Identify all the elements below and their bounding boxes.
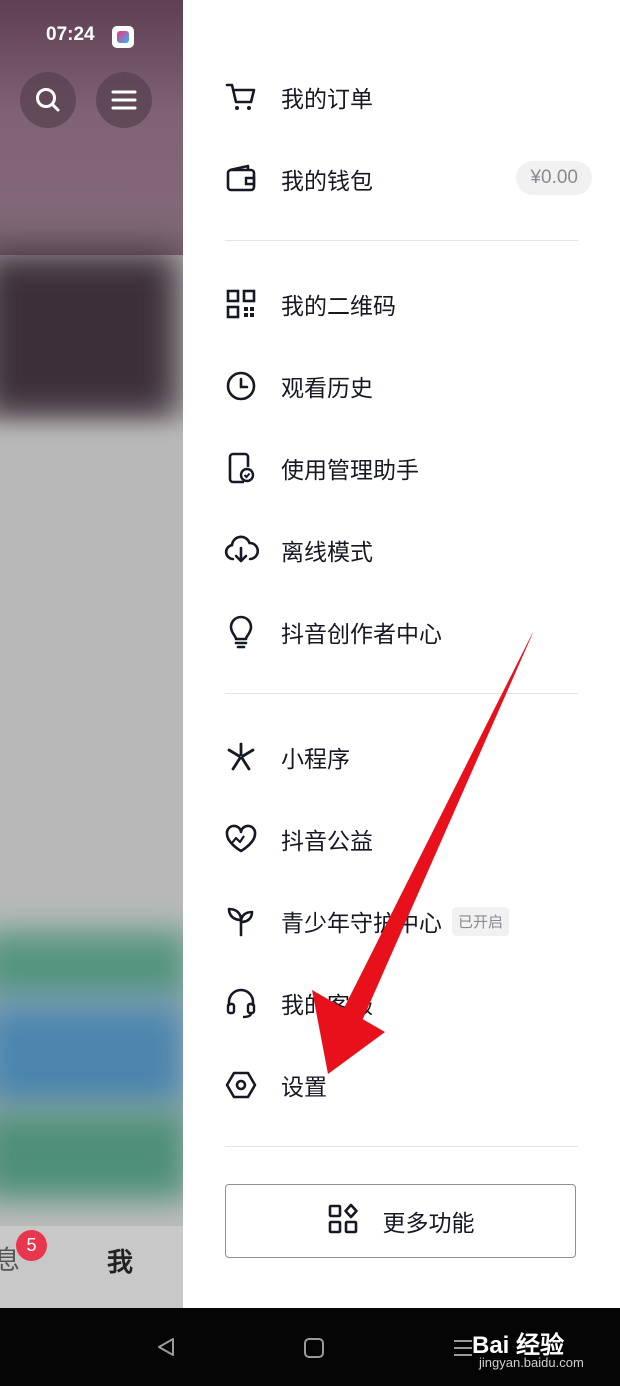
- menu-label: 抖音公益: [281, 829, 373, 855]
- menu-item-settings[interactable]: 设置: [223, 1055, 593, 1115]
- settings-hexagon-icon: [223, 1067, 259, 1103]
- menu-item-mini-programs[interactable]: 小程序: [223, 727, 593, 787]
- blurred-block: [0, 250, 180, 420]
- menu-label: 我的二维码: [281, 294, 396, 320]
- app-notification-icon: [112, 26, 134, 48]
- menu-label: 我的订单: [281, 87, 373, 113]
- hamburger-icon: [111, 90, 137, 110]
- divider: [225, 240, 578, 241]
- cart-icon: [223, 79, 259, 115]
- background-feed-blurred: [0, 0, 198, 1308]
- menu-item-usage-assistant[interactable]: 使用管理助手: [223, 438, 593, 498]
- sprout-icon: [223, 903, 259, 939]
- menu-label: 我的钱包: [281, 169, 373, 195]
- back-icon[interactable]: [155, 1336, 177, 1358]
- menu-button[interactable]: [96, 72, 152, 128]
- menu-label: 观看历史: [281, 376, 373, 402]
- menu-label: 小程序: [281, 747, 350, 773]
- side-drawer: 我的订单 我的钱包 ¥0.00 我的二维码 观看历史 使用管理助手 离线模式 抖…: [183, 0, 620, 1308]
- divider: [225, 693, 578, 694]
- more-features-button[interactable]: 更多功能: [225, 1184, 576, 1258]
- menu-label: 青少年守护中心: [281, 911, 442, 937]
- menu-label: 设置: [281, 1075, 327, 1101]
- message-count-badge: 5: [16, 1230, 47, 1261]
- search-button[interactable]: [20, 72, 76, 128]
- search-icon: [36, 88, 60, 112]
- status-badge: 已开启: [452, 906, 510, 936]
- qr-code-icon: [223, 286, 259, 322]
- watermark-url: jingyan.baidu.com: [479, 1355, 584, 1370]
- menu-label: 我的客服: [281, 993, 373, 1019]
- menu-item-orders[interactable]: 我的订单: [223, 67, 593, 127]
- menu-label: 使用管理助手: [281, 458, 419, 484]
- blurred-block: [0, 1000, 190, 1110]
- status-time: 07:24: [46, 24, 95, 45]
- menu-label: 抖音创作者中心: [281, 622, 442, 648]
- wallet-balance[interactable]: ¥0.00: [516, 161, 592, 195]
- more-features-label: 更多功能: [382, 1211, 475, 1237]
- headset-icon: [223, 985, 259, 1021]
- menu-item-history[interactable]: 观看历史: [223, 356, 593, 416]
- tab-me[interactable]: 我: [107, 1242, 133, 1279]
- menu-item-youth-guardian[interactable]: 青少年守护中心 已开启: [223, 891, 593, 951]
- cloud-download-icon: [223, 532, 259, 568]
- divider: [225, 1146, 578, 1147]
- blurred-block: [0, 930, 190, 1000]
- mini-program-icon: [223, 739, 259, 775]
- clock-icon: [223, 368, 259, 404]
- menu-item-creator-center[interactable]: 抖音创作者中心: [223, 602, 593, 662]
- heart-charity-icon: [223, 821, 259, 857]
- phone-check-icon: [223, 450, 259, 486]
- lightbulb-icon: [223, 614, 259, 650]
- menu-item-qr-code[interactable]: 我的二维码: [223, 274, 593, 334]
- home-icon[interactable]: [303, 1337, 325, 1359]
- grid-shapes-icon: [327, 1203, 359, 1239]
- blurred-block: [0, 1110, 190, 1200]
- menu-item-charity[interactable]: 抖音公益: [223, 809, 593, 869]
- menu-label: 离线模式: [281, 540, 373, 566]
- menu-item-offline-mode[interactable]: 离线模式: [223, 520, 593, 580]
- menu-item-customer-service[interactable]: 我的客服: [223, 973, 593, 1033]
- recents-icon[interactable]: [452, 1338, 474, 1358]
- blurred-block: [0, 430, 198, 910]
- wallet-icon: [223, 161, 259, 197]
